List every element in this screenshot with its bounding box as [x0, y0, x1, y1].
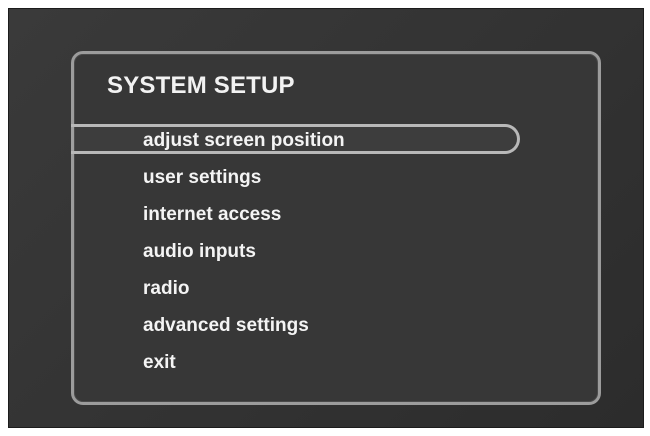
menu-item-label: advanced settings: [143, 315, 309, 336]
menu-item-adjust-screen-position[interactable]: adjust screen position: [71, 122, 598, 159]
panel-title: SYSTEM SETUP: [107, 72, 295, 99]
tv-screen: SYSTEM SETUP adjust screen position user…: [8, 8, 644, 428]
menu-item-internet-access[interactable]: internet access: [74, 196, 598, 233]
menu-item-advanced-settings[interactable]: advanced settings: [74, 307, 598, 344]
menu-item-label: adjust screen position: [143, 130, 345, 151]
menu-item-exit[interactable]: exit: [74, 344, 598, 381]
menu-item-label: radio: [143, 278, 190, 299]
menu-item-label: user settings: [143, 167, 262, 188]
system-setup-panel: SYSTEM SETUP adjust screen position user…: [71, 51, 601, 405]
menu-item-label: exit: [143, 352, 176, 373]
menu-item-user-settings[interactable]: user settings: [74, 159, 598, 196]
menu-item-radio[interactable]: radio: [74, 270, 598, 307]
setup-menu: adjust screen position user settings int…: [71, 122, 598, 381]
menu-item-label: audio inputs: [143, 241, 256, 262]
menu-item-audio-inputs[interactable]: audio inputs: [74, 233, 598, 270]
menu-item-label: internet access: [143, 204, 282, 225]
